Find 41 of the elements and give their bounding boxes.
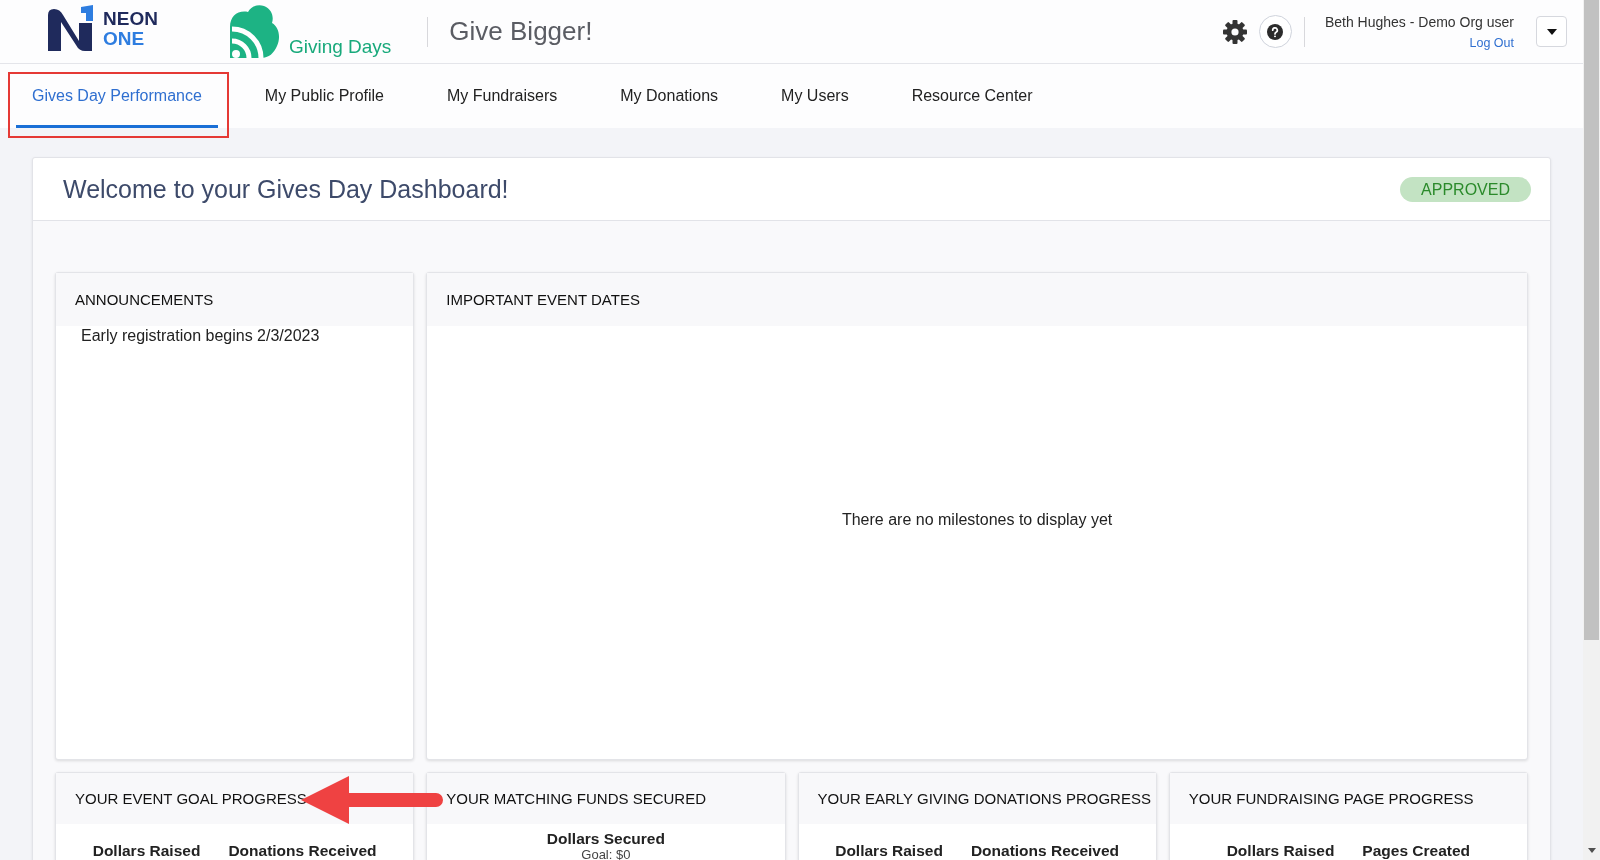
user-name: Beth Hughes - Demo Org user: [1324, 12, 1514, 31]
scrollbar-thumb[interactable]: [1584, 0, 1599, 640]
empty-message: There are no milestones to display yet: [841, 510, 1113, 530]
scroll-down-icon[interactable]: [1587, 848, 1596, 853]
nav-tab[interactable]: My Donations: [604, 64, 735, 128]
nav-tab[interactable]: Resource Center: [895, 64, 1049, 128]
logo-text: NEON: [103, 8, 158, 29]
logo-mark-icon: [48, 5, 96, 51]
product-name: Giving Days: [288, 35, 392, 58]
nav-tab[interactable]: Gives Day Performance: [16, 64, 218, 128]
nav-tab[interactable]: My Public Profile: [248, 64, 400, 128]
help-button[interactable]: [1258, 15, 1292, 48]
settings-button[interactable]: [1222, 19, 1247, 44]
settings-icon: [1222, 19, 1247, 44]
metric-label: Dollars Raised: [835, 842, 943, 859]
scrollbar[interactable]: [1583, 0, 1600, 860]
dashboard-title: Welcome to your Gives Day Dashboard!: [63, 174, 509, 204]
announcement-text: Early registration begins 2/3/2023: [81, 326, 320, 346]
nav-tab[interactable]: My Fundraisers: [431, 64, 574, 128]
panel-title: IMPORTANT EVENT DATES: [446, 291, 640, 308]
metric-label: Pages Created: [1362, 842, 1471, 859]
card-title: YOUR FUNDRAISING PAGE PROGRESS: [1188, 790, 1474, 807]
card-title: YOUR MATCHING FUNDS SECURED: [446, 790, 706, 807]
metric-label: Dollars Raised: [1226, 842, 1335, 859]
card-title: YOUR EARLY GIVING DONATIONS PROGRESS: [817, 790, 1151, 807]
panel-title: ANNOUNCEMENTS: [75, 291, 214, 308]
nav-tab[interactable]: My Users: [765, 64, 865, 128]
help-icon: [1267, 23, 1284, 40]
metric-label: Dollars Raised: [92, 842, 201, 859]
metric-label: Donations Received: [970, 842, 1120, 859]
tagline: Give Bigger!: [449, 16, 593, 47]
metric-label: Donations Received: [228, 842, 377, 859]
logo-text: ONE: [103, 28, 146, 49]
logout-link[interactable]: Log Out: [1469, 34, 1514, 51]
metric-label: Dollars Secured: [546, 830, 665, 847]
status-badge: APPROVED: [1400, 176, 1531, 202]
card-title: YOUR EVENT GOAL PROGRESS: [75, 790, 307, 807]
caret-icon: [1546, 28, 1557, 35]
user-menu-button[interactable]: [1536, 16, 1567, 47]
cloud-waves-icon: [227, 5, 280, 58]
goal-text: Goal: $0: [581, 847, 631, 860]
